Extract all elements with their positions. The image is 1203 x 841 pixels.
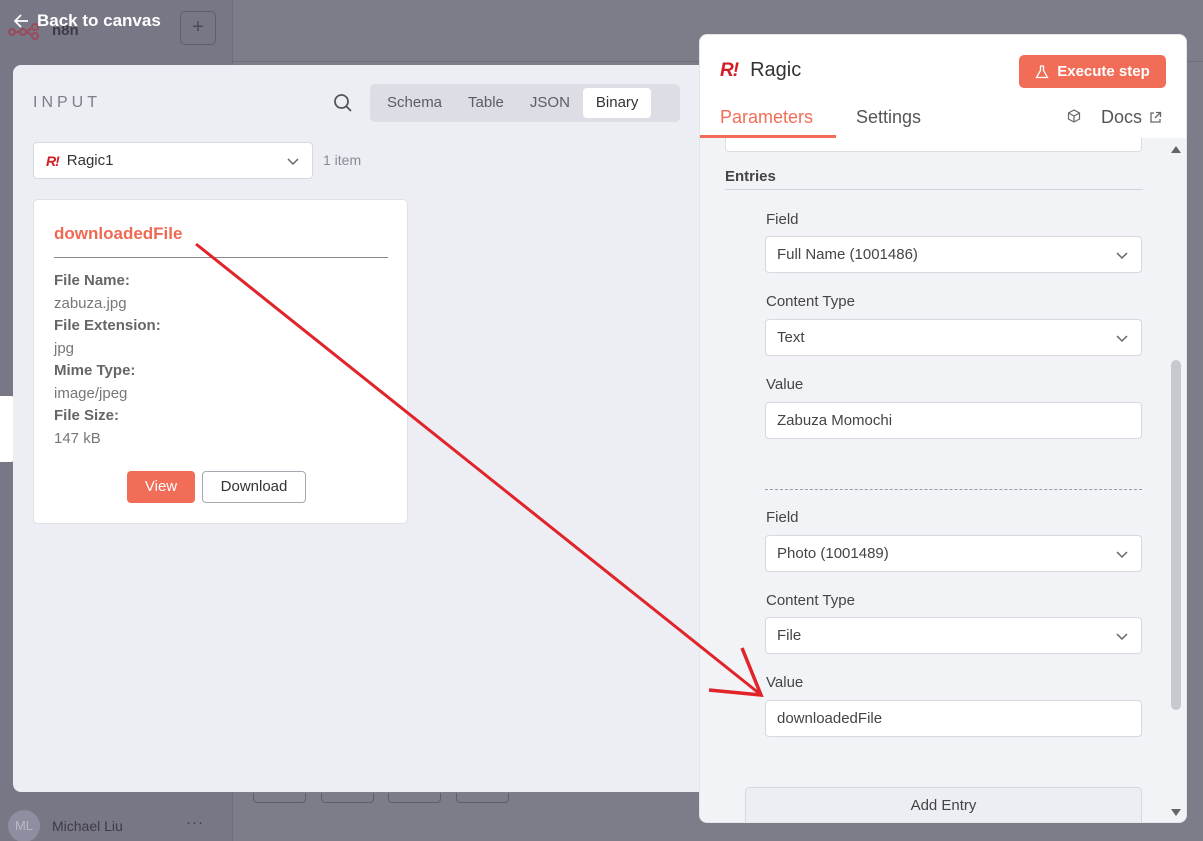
field-select-value: Photo (1001489) bbox=[777, 545, 889, 562]
binary-key-name: downloadedFile bbox=[54, 224, 183, 243]
field-label: Field bbox=[766, 509, 799, 526]
mime-type-label: Mime Type: bbox=[54, 362, 136, 379]
file-name-value: zabuza.jpg bbox=[54, 294, 127, 312]
chevron-down-icon bbox=[1116, 334, 1128, 342]
content-type-label: Content Type bbox=[766, 592, 855, 609]
file-size-value: 147 kB bbox=[54, 429, 101, 447]
view-mode-tabs: Schema Table JSON Binary bbox=[370, 84, 680, 122]
external-link-icon bbox=[1150, 111, 1162, 123]
field-select-value: Full Name (1001486) bbox=[777, 246, 918, 263]
file-extension-label: File Extension: bbox=[54, 317, 161, 334]
arrow-left-icon bbox=[14, 14, 28, 28]
binary-metadata: File Name: zabuza.jpg File Extension: jp… bbox=[54, 270, 161, 450]
value-input-text: downloadedFile bbox=[777, 710, 883, 727]
user-name: Michael Liu bbox=[52, 818, 123, 834]
content-type-select[interactable]: File bbox=[765, 617, 1142, 654]
avatar: ML bbox=[8, 810, 40, 841]
ragic-logo-icon: R! bbox=[720, 59, 739, 81]
divider bbox=[725, 189, 1143, 190]
node-header: R! Ragic bbox=[720, 59, 801, 82]
field-select[interactable]: Full Name (1001486) bbox=[765, 236, 1142, 273]
content-type-value: Text bbox=[777, 329, 805, 346]
value-input[interactable]: Zabuza Momochi bbox=[765, 402, 1142, 439]
partial-input-field[interactable] bbox=[725, 138, 1142, 152]
add-entry-button[interactable]: Add Entry bbox=[745, 787, 1142, 822]
tab-settings[interactable]: Settings bbox=[856, 107, 921, 128]
scroll-up-icon[interactable] bbox=[1170, 144, 1182, 154]
input-panel-title: INPUT bbox=[33, 94, 101, 111]
field-select[interactable]: Photo (1001489) bbox=[765, 535, 1142, 572]
background-chip bbox=[456, 793, 509, 803]
parameters-body: Entries Field Full Name (1001486) Conten… bbox=[700, 138, 1186, 822]
value-label: Value bbox=[766, 376, 804, 393]
more-options-icon[interactable]: ··· bbox=[186, 814, 204, 831]
ragic-logo-icon: R! bbox=[46, 152, 60, 169]
back-to-canvas-label: Back to canvas bbox=[37, 11, 161, 30]
cube-icon bbox=[1067, 109, 1081, 123]
background-chip bbox=[321, 793, 374, 803]
input-node-select-value: Ragic1 bbox=[66, 152, 114, 169]
entry-separator bbox=[765, 489, 1142, 490]
chevron-down-icon bbox=[1116, 632, 1128, 640]
entries-label: Entries bbox=[725, 168, 776, 185]
mime-type-value: image/jpeg bbox=[54, 384, 128, 402]
search-icon[interactable] bbox=[333, 93, 353, 113]
scrollbar-thumb[interactable] bbox=[1171, 360, 1181, 710]
binary-data-card: downloadedFile File Name: zabuza.jpg Fil… bbox=[33, 199, 408, 524]
back-to-canvas-link[interactable]: Back to canvas bbox=[14, 11, 161, 31]
tab-binary[interactable]: Binary bbox=[582, 88, 652, 118]
flask-icon bbox=[1035, 64, 1049, 78]
input-panel: INPUT Schema Table JSON Binary R! Ragic1… bbox=[13, 65, 713, 792]
value-input[interactable]: downloadedFile bbox=[765, 700, 1142, 737]
file-name-label: File Name: bbox=[54, 272, 130, 289]
content-type-value: File bbox=[777, 627, 802, 644]
add-workflow-button[interactable]: + bbox=[180, 11, 216, 45]
docs-link[interactable]: Docs bbox=[1101, 107, 1162, 128]
tab-json[interactable]: JSON bbox=[517, 88, 583, 118]
background-chip bbox=[253, 793, 306, 803]
content-type-label: Content Type bbox=[766, 293, 855, 310]
value-input-text: Zabuza Momochi bbox=[777, 412, 893, 429]
value-label: Value bbox=[766, 674, 804, 691]
file-extension-value: jpg bbox=[54, 339, 75, 357]
node-parameters-panel: R! Ragic Execute step Parameters Setting… bbox=[699, 34, 1187, 823]
divider bbox=[54, 257, 388, 258]
tab-parameters[interactable]: Parameters bbox=[720, 107, 813, 128]
user-menu[interactable]: ML Michael Liu bbox=[8, 810, 123, 841]
chevron-down-icon bbox=[287, 157, 299, 165]
node-title[interactable]: Ragic bbox=[750, 59, 801, 82]
chevron-down-icon bbox=[1116, 550, 1128, 558]
file-size-label: File Size: bbox=[54, 407, 120, 424]
input-node-select[interactable]: R! Ragic1 bbox=[33, 142, 313, 179]
content-type-select[interactable]: Text bbox=[765, 319, 1142, 356]
download-button[interactable]: Download bbox=[202, 471, 306, 503]
view-button[interactable]: View bbox=[127, 471, 195, 503]
chevron-down-icon bbox=[1116, 251, 1128, 259]
items-count: 1 item bbox=[323, 152, 362, 168]
background-chip bbox=[388, 793, 441, 803]
execute-step-button[interactable]: Execute step bbox=[1019, 55, 1166, 88]
docs-label: Docs bbox=[1101, 107, 1143, 127]
tab-table[interactable]: Table bbox=[455, 88, 517, 118]
field-label: Field bbox=[766, 211, 799, 228]
tab-schema[interactable]: Schema bbox=[374, 88, 455, 118]
execute-step-label: Execute step bbox=[1057, 63, 1150, 80]
scroll-down-icon[interactable] bbox=[1170, 808, 1182, 818]
